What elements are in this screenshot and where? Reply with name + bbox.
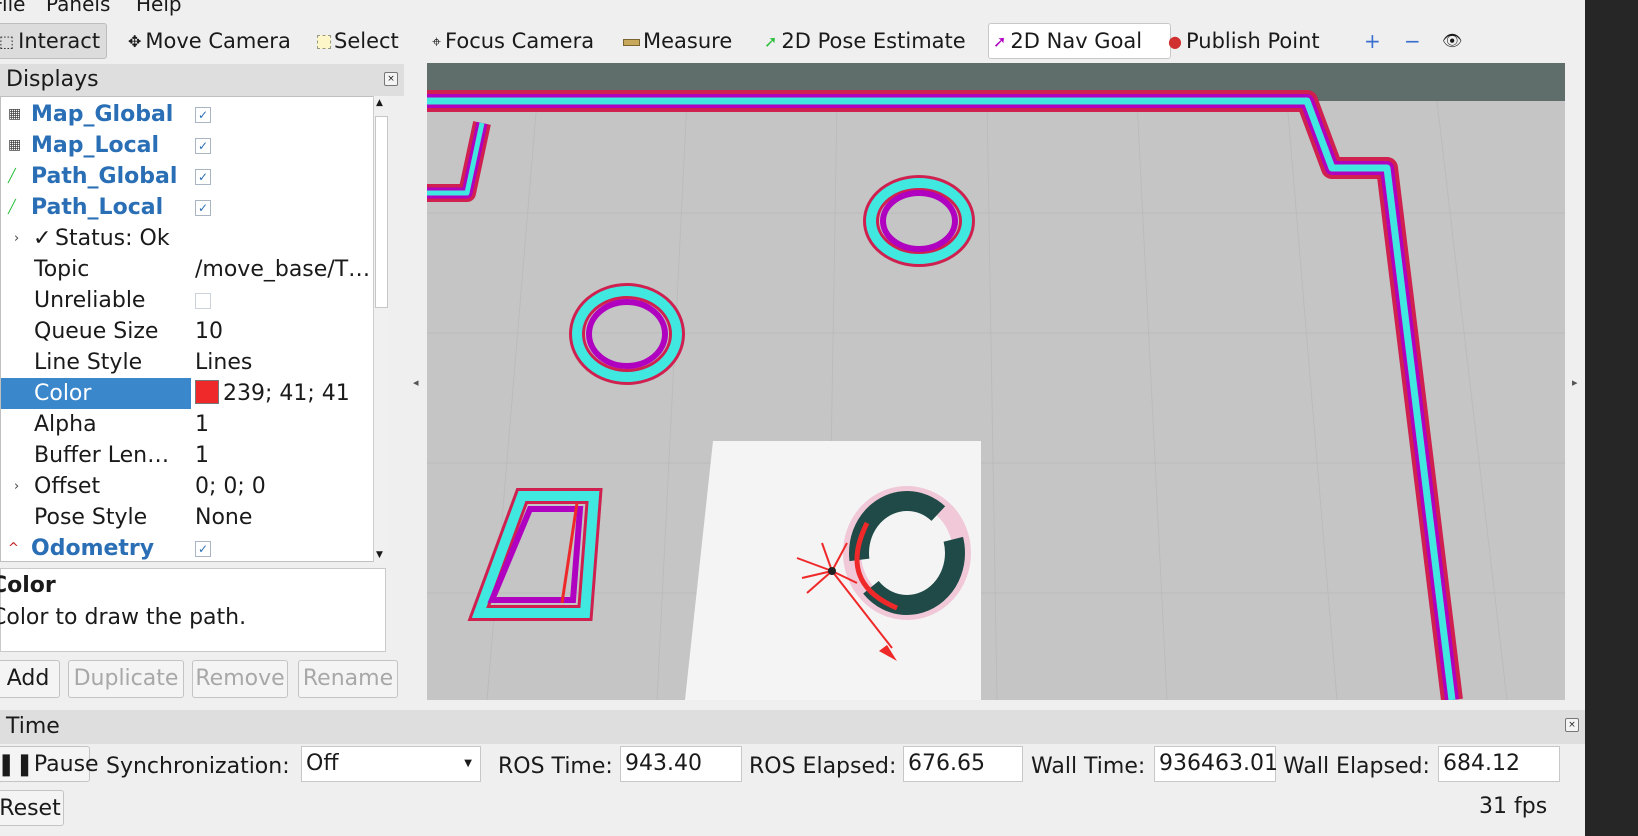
purple-arrow-icon: ➚ — [993, 32, 1007, 51]
move-icon: ✥ — [128, 32, 142, 51]
duplicate-button[interactable]: Duplicate — [68, 660, 184, 698]
grid-map-icon: ▦ — [8, 137, 22, 153]
sync-select[interactable]: Off ▼ — [301, 746, 481, 782]
status-row[interactable]: › ✓ Status: Ok — [1, 223, 371, 254]
menu-file[interactable]: File — [0, 0, 25, 16]
tool-2d-nav-goal[interactable]: ➚ 2D Nav Goal — [988, 23, 1172, 59]
cursor-icon: ⬚ — [0, 32, 15, 51]
render-viewport[interactable] — [427, 63, 1565, 700]
collapse-left-icon[interactable]: ◂ — [413, 376, 419, 389]
checkbox[interactable]: ✓ — [195, 169, 211, 185]
close-icon[interactable]: × — [384, 72, 398, 86]
display-odometry[interactable]: ^ Odometry ✓ — [1, 533, 371, 561]
checkbox[interactable] — [195, 293, 211, 309]
tool-interact[interactable]: ⬚ Interact — [0, 23, 108, 59]
expand-arrow-icon: › — [14, 231, 20, 246]
desktop-edge — [1585, 0, 1638, 836]
focus-icon: ⌖ — [432, 32, 442, 51]
ros-elapsed-label: ROS Elapsed: — [749, 754, 897, 779]
description-title: Color — [0, 573, 56, 598]
display-map-global[interactable]: ▦ Map_Global ✓ — [1, 99, 371, 130]
color-value[interactable]: 239; 41; 41 — [191, 378, 375, 409]
color-swatch[interactable] — [195, 380, 219, 404]
odometry-arrow-icon: ^ — [8, 541, 19, 556]
prop-color[interactable]: Color 239; 41; 41 — [1, 378, 375, 409]
ros-time-field[interactable]: 943.40 — [620, 746, 742, 782]
prop-unreliable[interactable]: Unreliable — [1, 285, 371, 316]
plus-icon[interactable]: + — [1364, 24, 1381, 58]
displays-scrollbar[interactable]: ▲ ▼ — [373, 96, 388, 562]
scroll-up-icon[interactable]: ▲ — [376, 98, 383, 108]
prop-pose-style[interactable]: Pose Style None — [1, 502, 371, 533]
time-panel-title: Time × — [0, 710, 1585, 744]
pause-button[interactable]: ❚❚Pause — [0, 746, 99, 782]
display-path-local[interactable]: ╱ Path_Local ✓ — [1, 192, 371, 223]
display-map-local[interactable]: ▦ Map_Local ✓ — [1, 130, 371, 161]
display-path-global[interactable]: ╱ Path_Global ✓ — [1, 161, 371, 192]
path-icon: ╱ — [8, 200, 16, 215]
prop-line-style[interactable]: Line Style Lines — [1, 347, 371, 378]
path-icon: ╱ — [8, 169, 16, 184]
scroll-thumb[interactable] — [375, 116, 388, 308]
ros-elapsed-field[interactable]: 676.65 — [903, 746, 1023, 782]
ros-time-label: ROS Time: — [498, 754, 613, 779]
expand-arrow-icon: › — [14, 479, 20, 494]
eye-icon[interactable]: 👁 — [1442, 24, 1462, 58]
wall-time-field[interactable]: 936463.01 — [1154, 746, 1278, 782]
menu-panels[interactable]: Panels — [46, 0, 110, 16]
dropdown-arrow-icon: ▼ — [464, 758, 472, 769]
tool-move-camera[interactable]: ✥ Move Camera — [128, 24, 291, 58]
collapse-right-icon[interactable]: ▸ — [1572, 376, 1578, 389]
menu-help[interactable]: Help — [136, 0, 182, 16]
prop-topic[interactable]: Topic /move_base/T… — [1, 254, 371, 285]
displays-panel-title: Displays × — [0, 64, 404, 96]
checkbox[interactable]: ✓ — [195, 541, 211, 557]
fps-counter: 31 fps — [1479, 794, 1548, 819]
tool-publish-point[interactable]: ● Publish Point — [1168, 24, 1320, 58]
close-icon[interactable]: × — [1565, 718, 1579, 732]
ruler-icon — [623, 38, 640, 46]
green-arrow-icon: ➚ — [764, 32, 778, 51]
select-box-icon — [317, 35, 331, 49]
tool-2d-pose-estimate[interactable]: ➚ 2D Pose Estimate — [764, 24, 966, 58]
add-button[interactable]: Add — [0, 660, 60, 698]
pause-icon: ❚❚ — [0, 752, 34, 777]
displays-tree: ▦ Map_Global ✓ ▦ Map_Local ✓ ╱ Path_Glob… — [0, 96, 386, 562]
wall-time-label: Wall Time: — [1031, 754, 1146, 779]
map-render — [427, 90, 1565, 700]
tool-select[interactable]: Select — [317, 24, 399, 58]
status-ok-icon: ✓ — [33, 226, 52, 251]
prop-buffer-length[interactable]: Buffer Len… 1 — [1, 440, 371, 471]
remove-button[interactable]: Remove — [192, 660, 288, 698]
grid-map-icon: ▦ — [8, 106, 22, 122]
rename-button[interactable]: Rename — [298, 660, 398, 698]
prop-offset[interactable]: › Offset 0; 0; 0 — [1, 471, 371, 502]
sync-label: Synchronization: — [106, 754, 290, 779]
checkbox[interactable]: ✓ — [195, 200, 211, 216]
description-text: Color to draw the path. — [0, 605, 247, 630]
checkbox[interactable]: ✓ — [195, 138, 211, 154]
map-pin-icon: ● — [1168, 32, 1182, 51]
reset-button[interactable]: Reset — [0, 790, 64, 826]
tool-measure[interactable]: Measure — [623, 24, 732, 58]
checkbox[interactable]: ✓ — [195, 107, 211, 123]
tool-bar: ⬚ Interact ✥ Move Camera Select ⌖ Focus Cam… — [0, 20, 1585, 62]
prop-alpha[interactable]: Alpha 1 — [1, 409, 371, 440]
scroll-down-icon[interactable]: ▼ — [376, 550, 383, 560]
tool-focus-camera[interactable]: ⌖ Focus Camera — [432, 24, 594, 58]
minus-icon[interactable]: − — [1404, 24, 1421, 58]
wall-elapsed-label: Wall Elapsed: — [1283, 754, 1430, 779]
prop-queue-size[interactable]: Queue Size 10 — [1, 316, 371, 347]
property-description: Color Color to draw the path. — [0, 568, 386, 652]
menu-bar: File Panels Help — [0, 0, 1585, 18]
wall-elapsed-field[interactable]: 684.12 — [1438, 746, 1560, 782]
